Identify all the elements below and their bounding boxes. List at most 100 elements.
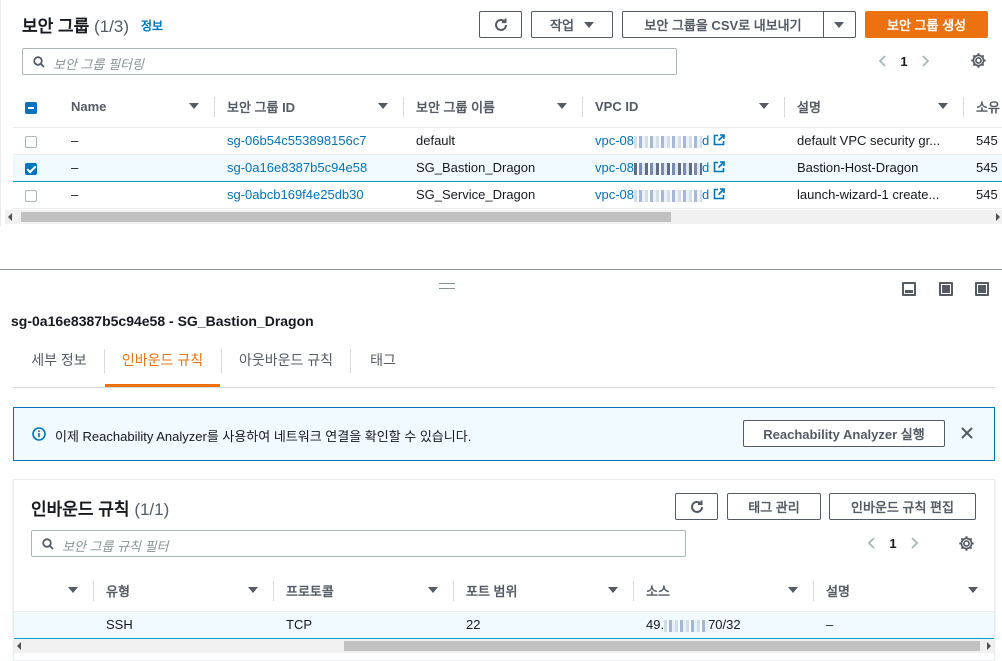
table-row-selected[interactable]: SSH TCP 22 49. 70/32 – (14, 610, 994, 639)
cell-description: default VPC security gr... (785, 127, 964, 155)
refresh-icon (690, 500, 703, 513)
panel-half-layout-icon[interactable] (939, 282, 953, 296)
chevron-left-icon[interactable] (863, 534, 881, 552)
scroll-left-arrow-icon[interactable] (8, 213, 12, 221)
row-checkbox-checked[interactable] (25, 162, 37, 175)
select-all-checkbox-cell[interactable] (13, 87, 59, 128)
scrollbar-thumb[interactable] (21, 212, 671, 222)
panel-full-layout-icon[interactable] (975, 282, 989, 296)
external-link-icon (713, 134, 726, 146)
sort-icon[interactable] (189, 103, 199, 109)
sort-icon[interactable] (378, 103, 388, 109)
refresh-button[interactable] (479, 11, 522, 38)
column-header-source[interactable]: 소스 (634, 571, 814, 612)
sort-icon[interactable] (938, 103, 948, 109)
cell-description: launch-wizard-1 create... (785, 181, 964, 209)
table-row[interactable]: – sg-0abcb169f4e25db30 SG_Service_Dragon… (13, 181, 1002, 209)
column-header-owner[interactable]: 소유 (964, 87, 1002, 128)
column-header-blank[interactable] (14, 571, 94, 612)
row-checkbox-cell[interactable] (13, 127, 59, 155)
cell-sg-id-link[interactable]: sg-0a16e8387b5c94e58 (215, 153, 404, 182)
export-csv-button[interactable]: 보안 그룹을 CSV로 내보내기 (623, 15, 823, 34)
cell-sg-id-link[interactable]: sg-06b54c553898156c7 (215, 127, 404, 155)
inbound-rules-title: 인바운드 규칙 (1/1) (31, 495, 169, 520)
chevron-left-icon[interactable] (874, 52, 892, 70)
inbound-rules-filter[interactable]: 보안 그룹 규칙 필터 (31, 530, 686, 557)
select-all-checkbox[interactable] (25, 101, 37, 114)
cell-vpc-id-link[interactable]: vpc-08 d (583, 127, 785, 155)
inbound-count: (1/1) (134, 500, 170, 519)
run-reachability-analyzer-button[interactable]: Reachability Analyzer 실행 (743, 420, 945, 447)
inbound-horizontal-scrollbar[interactable] (14, 639, 994, 653)
chevron-right-icon[interactable] (905, 534, 923, 552)
sort-icon[interactable] (608, 587, 618, 593)
column-header-protocol[interactable]: 프로토콜 (274, 571, 454, 612)
scroll-right-arrow-icon[interactable] (996, 213, 1000, 221)
settings-gear-icon[interactable] (958, 535, 975, 552)
cell-vpc-id-link[interactable]: vpc-08 d (583, 153, 785, 182)
vpc-prefix: vpc-08 (595, 160, 635, 175)
vpc-suffix: d (702, 133, 710, 148)
current-page[interactable]: 1 (892, 54, 916, 69)
tab-details[interactable]: 세부 정보 (19, 340, 99, 387)
cell-source: 49. 70/32 (634, 610, 814, 639)
sort-icon[interactable] (759, 103, 769, 109)
close-icon[interactable] (960, 426, 974, 440)
sort-icon[interactable] (557, 103, 567, 109)
column-label: 보안 그룹 이름 (416, 100, 495, 116)
tab-outbound-rules[interactable]: 아웃바운드 규칙 (226, 340, 346, 387)
sort-icon[interactable] (968, 587, 978, 593)
column-header-sg-name[interactable]: 보안 그룹 이름 (404, 87, 583, 128)
table-row[interactable]: – sg-06b54c553898156c7 default vpc-08 d d… (13, 127, 1002, 155)
inbound-refresh-button[interactable] (675, 493, 718, 520)
column-label: Name (71, 99, 107, 115)
scroll-right-arrow-icon[interactable] (987, 642, 991, 650)
current-page[interactable]: 1 (881, 536, 905, 551)
table-header-row: Name 보안 그룹 ID 보안 그룹 이름 VPC ID 설명 소유 (13, 87, 1002, 128)
tab-separator (221, 349, 222, 373)
sort-icon[interactable] (68, 587, 78, 593)
create-security-group-button[interactable]: 보안 그룹 생성 (865, 11, 988, 38)
column-header-name[interactable]: Name (59, 87, 215, 128)
info-link[interactable]: 정보 (141, 17, 163, 34)
horizontal-scrollbar[interactable] (5, 210, 1002, 224)
title-text: 보안 그룹 (22, 17, 90, 36)
sort-icon[interactable] (428, 587, 438, 593)
sort-icon[interactable] (788, 587, 798, 593)
scrollbar-thumb[interactable] (344, 641, 980, 651)
tab-separator (350, 349, 351, 373)
column-header-description[interactable]: 설명 (785, 87, 964, 128)
manage-tags-button[interactable]: 태그 관리 (727, 493, 821, 520)
drag-handle-icon[interactable] (439, 283, 455, 289)
tab-tags[interactable]: 태그 (358, 340, 408, 387)
cell-protocol: TCP (274, 610, 454, 639)
table-row-selected[interactable]: – sg-0a16e8387b5c94e58 SG_Bastion_Dragon… (13, 153, 1002, 182)
chevron-right-icon[interactable] (916, 52, 934, 70)
row-checkbox-cell[interactable] (13, 181, 59, 209)
cell-vpc-id-link[interactable]: vpc-08 d (583, 181, 785, 209)
cell-sg-id-link[interactable]: sg-0abcb169f4e25db30 (215, 181, 404, 209)
security-groups-table: Name 보안 그룹 ID 보안 그룹 이름 VPC ID 설명 소유 – sg… (13, 87, 1002, 209)
column-header-port-range[interactable]: 포트 범위 (454, 571, 634, 612)
column-header-vpc-id[interactable]: VPC ID (583, 87, 785, 128)
column-header-sg-id[interactable]: 보안 그룹 ID (215, 87, 404, 128)
export-caret-icon[interactable] (834, 21, 844, 28)
column-header-description[interactable]: 설명 (814, 571, 994, 612)
filter-placeholder: 보안 그룹 규칙 필터 (62, 539, 169, 554)
scroll-left-arrow-icon[interactable] (17, 642, 21, 650)
row-checkbox[interactable] (25, 189, 37, 202)
settings-gear-icon[interactable] (970, 52, 987, 69)
column-header-type[interactable]: 유형 (94, 571, 274, 612)
pagination: 1 (874, 52, 934, 70)
actions-dropdown[interactable]: 작업 (531, 11, 613, 38)
source-prefix: 49. (646, 617, 665, 632)
sort-icon[interactable] (248, 587, 258, 593)
cell-owner: 545 (964, 127, 1002, 155)
edit-inbound-rules-button[interactable]: 인바운드 규칙 편집 (829, 493, 976, 520)
row-checkbox-cell[interactable] (13, 153, 59, 182)
panel-splitter[interactable] (0, 269, 1002, 270)
row-checkbox[interactable] (25, 135, 37, 148)
panel-bottom-layout-icon[interactable] (902, 282, 916, 296)
tab-inbound-rules[interactable]: 인바운드 규칙 (105, 340, 220, 387)
security-group-filter[interactable]: 보안 그룹 필터링 (22, 48, 677, 75)
